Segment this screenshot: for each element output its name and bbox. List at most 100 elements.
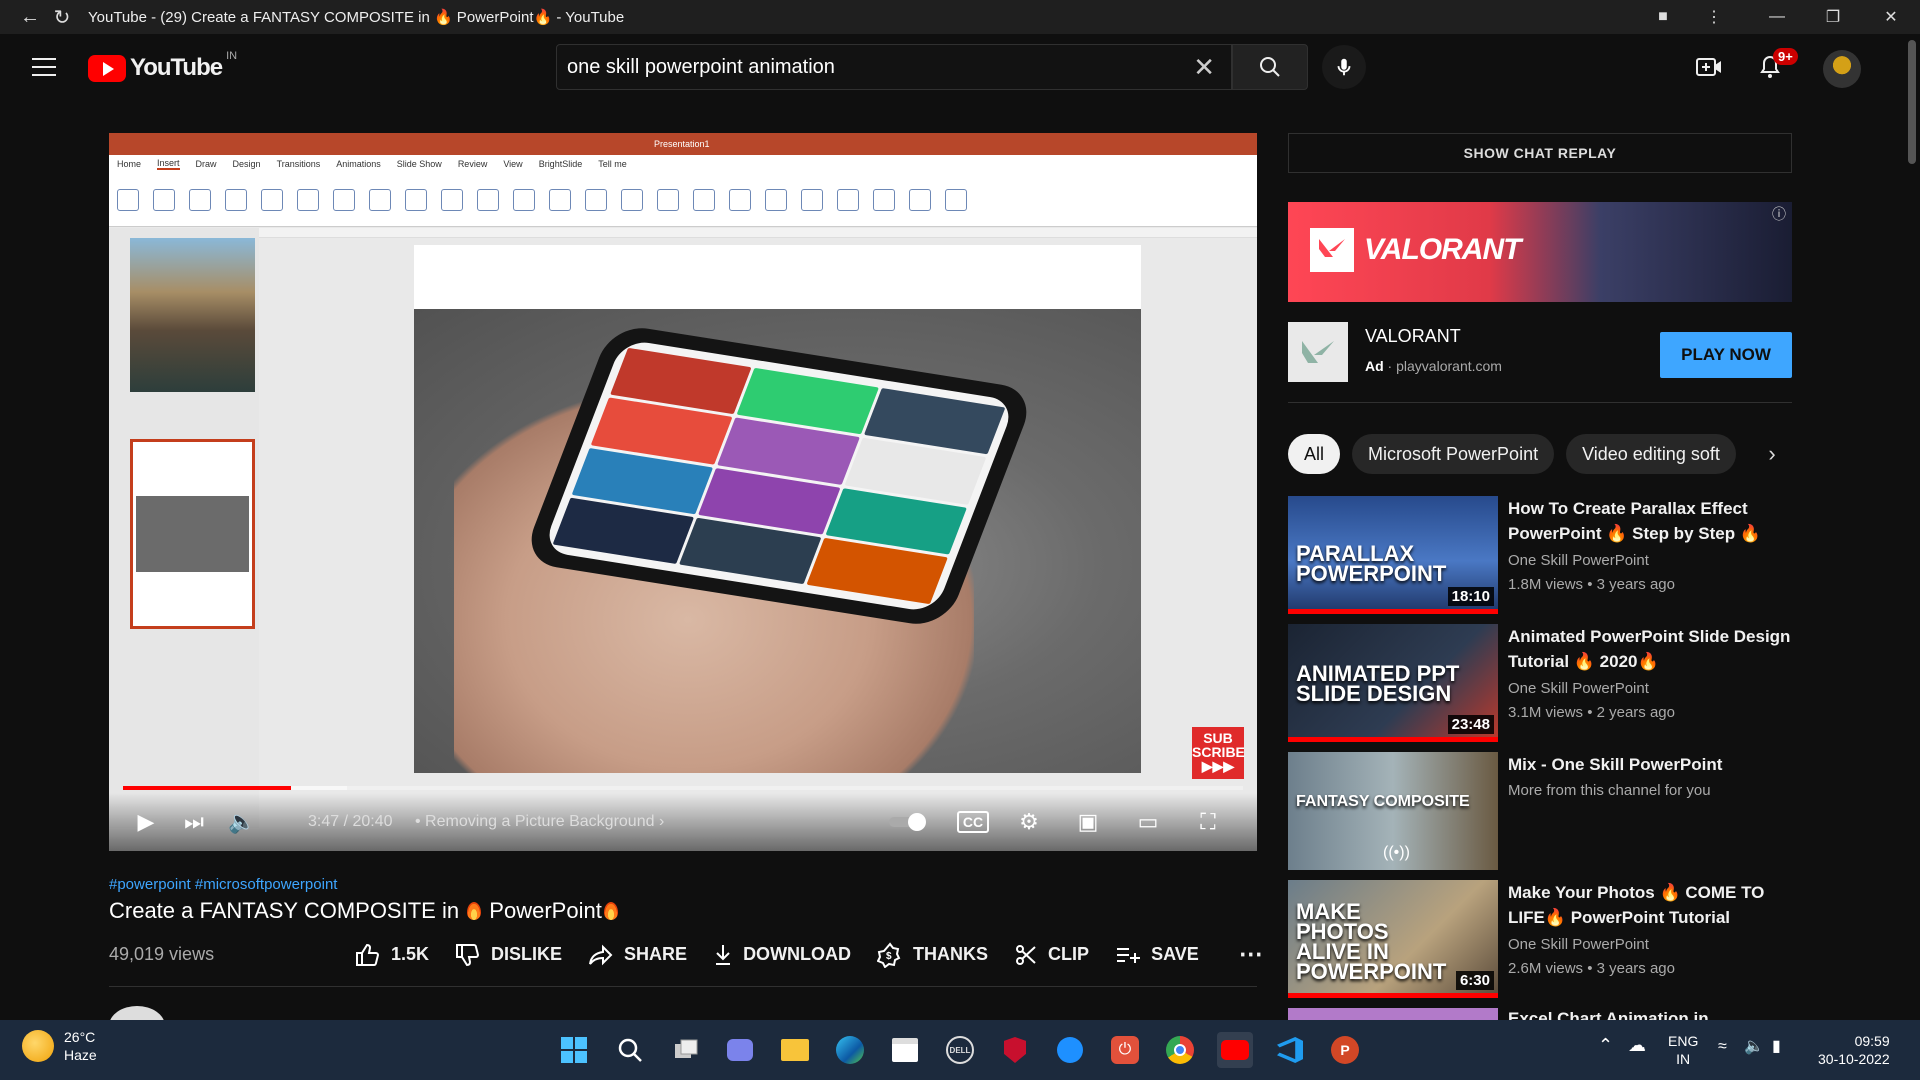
taskbar-search-icon[interactable] — [612, 1032, 648, 1068]
channel-name[interactable]: One Skill PowerPoint — [1508, 680, 1649, 697]
settings-gear-icon[interactable]: ⚙ — [1014, 807, 1044, 837]
video-thumbnail[interactable] — [1288, 1008, 1498, 1020]
search-input[interactable]: one skill powerpoint animation — [567, 56, 1193, 79]
chip-video-editing[interactable]: Video editing soft — [1566, 434, 1736, 474]
powerpoint-icon[interactable]: P — [1327, 1032, 1363, 1068]
vscode-icon[interactable] — [1272, 1032, 1308, 1068]
account-avatar[interactable] — [1823, 50, 1861, 88]
progress-bar[interactable] — [123, 786, 1243, 790]
safari-like-app-icon[interactable] — [1052, 1032, 1088, 1068]
voice-search-button[interactable] — [1322, 45, 1366, 89]
next-button[interactable]: ⏭ — [179, 807, 209, 837]
video-thumbnail[interactable]: MAKE PHOTOS ALIVE IN POWERPOINT 6:30 — [1288, 880, 1498, 998]
ad-info-icon[interactable]: ⓘ — [1772, 204, 1786, 224]
video-thumbnail[interactable]: PARALLAX POWERPOINT 18:10 — [1288, 496, 1498, 614]
list-item[interactable]: Excel Chart Animation in — [1288, 1008, 1792, 1020]
task-view-icon[interactable] — [668, 1032, 704, 1068]
mcafee-icon[interactable] — [997, 1032, 1033, 1068]
browser-menu-icon[interactable]: ⋮ — [1685, 0, 1743, 34]
channel-name[interactable]: One Skill PowerPoint — [1508, 936, 1649, 953]
wifi-icon[interactable]: ≈ — [1718, 1038, 1727, 1056]
onedrive-icon[interactable]: ☁ — [1628, 1036, 1646, 1054]
download-button[interactable]: DOWNLOAD — [713, 943, 851, 967]
dislike-button[interactable]: DISLIKE — [455, 943, 562, 967]
theater-mode-icon[interactable]: ▭ — [1132, 807, 1164, 837]
power-app-icon[interactable]: ⏻ — [1107, 1032, 1143, 1068]
video-title[interactable]: Excel Chart Animation in — [1508, 1008, 1792, 1020]
dell-app-icon[interactable]: DELL — [942, 1032, 978, 1068]
teams-chat-icon[interactable] — [722, 1032, 758, 1068]
youtube-logo[interactable]: YouTube IN — [88, 50, 237, 82]
video-title[interactable]: Mix - One Skill PowerPoint — [1508, 752, 1792, 777]
scrollbar-thumb[interactable] — [1908, 40, 1916, 164]
speaker-icon[interactable]: 🔈 — [1744, 1038, 1764, 1056]
video-thumbnail[interactable]: ANIMATED PPT SLIDE DESIGN 23:48 — [1288, 624, 1498, 742]
weather-widget[interactable]: 26°C Haze — [22, 1028, 97, 1064]
language-indicator[interactable]: ENG IN — [1668, 1032, 1698, 1068]
video-meta: 2.6M views • 3 years ago — [1508, 960, 1675, 977]
youtube-app-icon[interactable] — [1217, 1032, 1253, 1068]
ad-banner[interactable]: VALORANT ⓘ — [1288, 202, 1792, 302]
close-button[interactable]: ✕ — [1862, 0, 1920, 34]
reload-icon[interactable]: ↻ — [46, 0, 78, 34]
video-title[interactable]: How To Create Parallax Effect PowerPoint… — [1508, 496, 1792, 546]
save-button[interactable]: SAVE — [1115, 944, 1199, 965]
fullscreen-icon[interactable]: ⛶ — [1192, 807, 1224, 837]
windows-start-icon[interactable] — [556, 1032, 592, 1068]
show-chat-replay-button[interactable]: SHOW CHAT REPLAY — [1288, 133, 1792, 173]
share-button[interactable]: SHARE — [588, 943, 687, 967]
play-now-button[interactable]: PLAY NOW — [1660, 332, 1792, 378]
slide-thumbnail-2-photo — [136, 496, 249, 572]
create-video-icon[interactable] — [1694, 52, 1724, 82]
back-icon[interactable]: ← — [14, 0, 46, 34]
extensions-icon[interactable]: ■ — [1634, 0, 1692, 34]
autoplay-toggle[interactable] — [887, 807, 931, 837]
hamburger-menu-icon[interactable] — [32, 58, 56, 76]
microsoft-store-icon[interactable] — [887, 1032, 923, 1068]
chapter-title[interactable]: • Removing a Picture Background › — [415, 813, 664, 831]
search-button[interactable] — [1232, 44, 1308, 90]
clock[interactable]: 09:59 30-10-2022 — [1818, 1032, 1890, 1068]
video-thumbnail[interactable]: FANTASY COMPOSITE ((•)) — [1288, 752, 1498, 870]
search-box[interactable]: one skill powerpoint animation ✕ — [556, 44, 1232, 90]
restore-button[interactable]: ❐ — [1804, 0, 1862, 34]
clear-search-icon[interactable]: ✕ — [1193, 52, 1215, 83]
captions-icon[interactable]: CC — [957, 811, 989, 833]
ppt-tab: View — [503, 159, 523, 169]
edge-browser-icon[interactable] — [832, 1032, 868, 1068]
ppt-tab: Tell me — [598, 159, 627, 169]
subscribe-watermark[interactable]: SUB SCRIBE ▶▶▶ — [1192, 727, 1245, 779]
file-explorer-icon[interactable] — [777, 1032, 813, 1068]
video-hashtags[interactable]: #powerpoint #microsoftpowerpoint — [109, 876, 337, 893]
channel-name[interactable]: One Skill PowerPoint — [1508, 552, 1649, 569]
ad-banner-text: VALORANT — [1364, 233, 1521, 266]
player-controls: ▶ ⏭ 🔈 3:47 / 20:40 • Removing a Picture … — [109, 793, 1257, 851]
clip-button[interactable]: CLIP — [1014, 943, 1089, 967]
thanks-button[interactable]: $ THANKS — [877, 941, 989, 968]
chrome-icon[interactable] — [1162, 1032, 1198, 1068]
minimize-button[interactable]: — — [1748, 0, 1806, 34]
screenshot-icon — [225, 188, 247, 211]
more-actions-icon[interactable]: ⋯ — [1239, 940, 1263, 969]
video-title[interactable]: Make Your Photos 🔥 COME TO LIFE🔥 PowerPo… — [1508, 880, 1792, 930]
thanks-label: THANKS — [913, 944, 989, 964]
page-scrollbar[interactable] — [1904, 34, 1920, 1020]
list-item[interactable]: FANTASY COMPOSITE ((•)) Mix - One Skill … — [1288, 752, 1792, 870]
battery-icon[interactable]: ▮ — [1772, 1038, 1781, 1056]
list-item[interactable]: MAKE PHOTOS ALIVE IN POWERPOINT 6:30 Mak… — [1288, 880, 1792, 998]
like-button[interactable]: 1.5K — [355, 943, 429, 967]
video-icon — [909, 188, 931, 211]
miniplayer-icon[interactable]: ▣ — [1072, 807, 1104, 837]
list-item[interactable]: ANIMATED PPT SLIDE DESIGN 23:48 Animated… — [1288, 624, 1792, 742]
chip-microsoft-powerpoint[interactable]: Microsoft PowerPoint — [1352, 434, 1555, 474]
show-hidden-icons[interactable]: ⌃ — [1598, 1036, 1613, 1054]
ad-title[interactable]: VALORANT — [1365, 326, 1461, 347]
volume-icon[interactable]: 🔈 — [227, 807, 257, 837]
video-player[interactable]: Presentation1 Home Insert Draw Design Transi… — [109, 133, 1257, 851]
play-button[interactable]: ▶ — [131, 807, 161, 837]
list-item[interactable]: PARALLAX POWERPOINT 18:10 How To Create … — [1288, 496, 1792, 614]
chevron-right-icon[interactable]: › — [1752, 434, 1792, 474]
chip-all[interactable]: All — [1288, 434, 1341, 474]
video-title[interactable]: Animated PowerPoint Slide Design Tutoria… — [1508, 624, 1792, 674]
time-display: 3:47 / 20:40 — [308, 813, 393, 830]
